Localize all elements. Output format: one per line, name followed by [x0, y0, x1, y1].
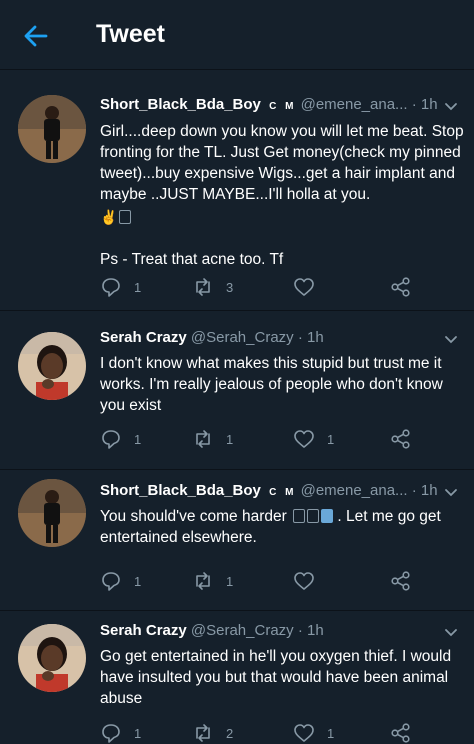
- like-count: 1: [327, 431, 335, 447]
- back-arrow-icon[interactable]: [22, 22, 50, 50]
- avatar[interactable]: [18, 95, 86, 163]
- share-button[interactable]: [390, 721, 412, 744]
- share-button[interactable]: [390, 569, 412, 593]
- tweet-text-part-a: You should've come harder: [100, 508, 287, 525]
- tweet-header: Serah Crazy @Serah_Crazy · 1h: [100, 622, 324, 639]
- like-count: 1: [327, 725, 335, 741]
- share-icon: [391, 429, 410, 449]
- tweet-header: Serah Crazy @Serah_Crazy · 1h: [100, 329, 324, 346]
- retweet-count: 1: [226, 431, 234, 447]
- tweet-time: · 1h: [411, 482, 438, 499]
- emoji-icon: [307, 509, 320, 523]
- tweet-item[interactable]: Short_Black_Bda_Boy C M @emene_ana... · …: [0, 471, 474, 611]
- share-button[interactable]: [390, 427, 412, 451]
- like-button[interactable]: [293, 275, 327, 299]
- tweet-item[interactable]: Short_Black_Bda_Boy C M @emene_ana... · …: [0, 71, 474, 311]
- page-title: Tweet: [96, 20, 165, 48]
- reply-count: 1: [134, 725, 142, 741]
- emoji-icon: [293, 509, 306, 523]
- tweet-actions: 1 2 1: [100, 721, 430, 744]
- reply-icon: [102, 724, 120, 743]
- victory-hand-emoji: ✌: [100, 209, 118, 225]
- retweet-button[interactable]: 3: [192, 275, 233, 299]
- reply-icon: [102, 430, 120, 449]
- reply-count: 1: [134, 573, 142, 589]
- retweet-button[interactable]: 1: [192, 427, 233, 451]
- retweet-button[interactable]: 1: [192, 569, 233, 593]
- retweet-button[interactable]: 2: [192, 721, 233, 744]
- emoji-icon: [321, 509, 334, 523]
- reply-button[interactable]: 1: [100, 275, 141, 299]
- share-icon: [391, 571, 410, 591]
- author-handle[interactable]: @emene_ana...: [301, 96, 408, 113]
- heart-icon: [294, 278, 314, 296]
- retweet-count: 3: [226, 279, 234, 295]
- emoji-icon: [119, 210, 132, 224]
- author-handle[interactable]: @emene_ana...: [301, 482, 408, 499]
- tweet-text-main: Girl....deep down you know you will let …: [100, 123, 464, 203]
- like-button[interactable]: 1: [293, 427, 334, 451]
- reply-count: 1: [134, 431, 142, 447]
- tweet-time: · 1h: [411, 96, 438, 113]
- reply-button[interactable]: 1: [100, 721, 141, 744]
- retweet-count: 1: [226, 573, 234, 589]
- tweet-text: You should've come harder . Let me go ge…: [100, 506, 465, 548]
- reply-button[interactable]: 1: [100, 569, 141, 593]
- author-name[interactable]: Short_Black_Bda_Boy: [100, 96, 261, 113]
- author-badge: C M: [269, 101, 297, 112]
- tweet-item[interactable]: Serah Crazy @Serah_Crazy · 1h I don't kn…: [0, 312, 474, 470]
- reply-button[interactable]: 1: [100, 427, 141, 451]
- tweet-header: Short_Black_Bda_Boy C M @emene_ana... · …: [100, 482, 438, 499]
- tweet-item[interactable]: Serah Crazy @Serah_Crazy · 1h Go get ent…: [0, 612, 474, 744]
- top-bar: Tweet: [0, 0, 474, 70]
- tweet-text: I don't know what makes this stupid but …: [100, 355, 443, 414]
- heart-icon: [294, 430, 314, 448]
- share-button[interactable]: [390, 275, 412, 299]
- tweet-text-secondary: Ps - Treat that acne too. Tf: [100, 251, 284, 268]
- tweet-actions: 1 3: [100, 275, 430, 299]
- retweet-icon: [196, 724, 210, 742]
- reply-count: 1: [134, 279, 142, 295]
- chevron-down-icon[interactable]: [444, 102, 458, 112]
- tweet-time: · 1h: [297, 622, 324, 639]
- share-icon: [391, 277, 410, 297]
- tweet-actions: 1 1 1: [100, 427, 430, 451]
- author-name[interactable]: Serah Crazy: [100, 329, 187, 346]
- tweet-actions: 1 1: [100, 569, 430, 593]
- author-name[interactable]: Short_Black_Bda_Boy: [100, 482, 261, 499]
- avatar[interactable]: [18, 479, 86, 547]
- tweet-text: Girl....deep down you know you will let …: [100, 121, 465, 270]
- reply-icon: [102, 278, 120, 297]
- tweet-header: Short_Black_Bda_Boy C M @emene_ana... · …: [100, 96, 438, 113]
- author-handle[interactable]: @Serah_Crazy: [191, 329, 294, 346]
- chevron-down-icon[interactable]: [444, 335, 458, 345]
- share-icon: [391, 723, 410, 743]
- retweet-icon: [196, 572, 210, 590]
- author-handle[interactable]: @Serah_Crazy: [191, 622, 294, 639]
- tweet-text: Go get entertained in he'll you oxygen t…: [100, 648, 452, 707]
- heart-icon: [294, 724, 314, 742]
- retweet-icon: [196, 430, 210, 448]
- chevron-down-icon[interactable]: [444, 628, 458, 638]
- like-button[interactable]: [293, 569, 327, 593]
- author-badge: C M: [269, 487, 297, 498]
- reply-icon: [102, 572, 120, 591]
- avatar[interactable]: [18, 332, 86, 400]
- retweet-count: 2: [226, 725, 234, 741]
- author-name[interactable]: Serah Crazy: [100, 622, 187, 639]
- retweet-icon: [196, 278, 210, 296]
- tweet-time: · 1h: [297, 329, 324, 346]
- like-button[interactable]: 1: [293, 721, 334, 744]
- avatar[interactable]: [18, 624, 86, 692]
- chevron-down-icon[interactable]: [444, 488, 458, 498]
- heart-icon: [294, 572, 314, 590]
